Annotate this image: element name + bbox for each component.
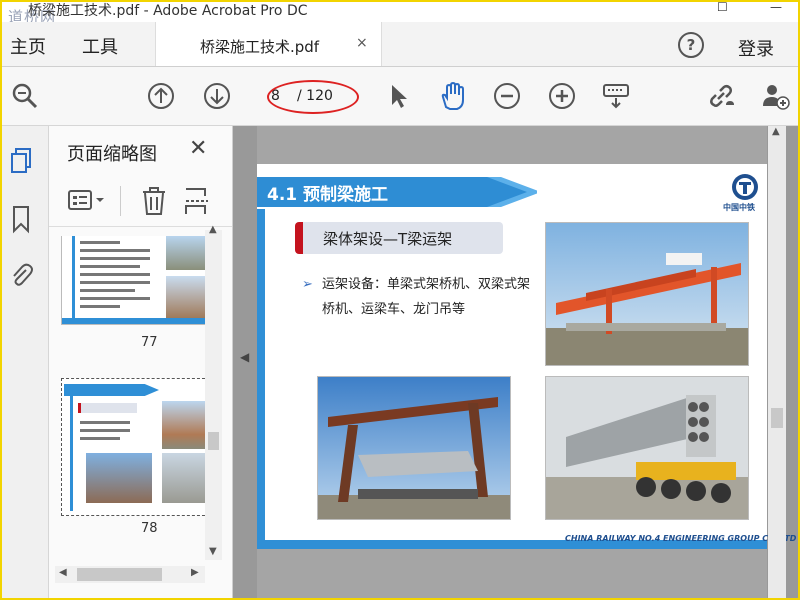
bullet-text: 运架设备：单梁式架桥机、双梁式架桥机、运梁车、龙门吊等 (322, 277, 531, 317)
keyboard-icon[interactable] (601, 81, 631, 111)
scroll-down-icon[interactable]: ▼ (209, 546, 217, 557)
photo-girder-transport-vehicle (545, 376, 749, 520)
thumbnail-toolbar (49, 178, 232, 227)
next-page-edge (257, 549, 767, 600)
zoom-out-icon[interactable] (492, 81, 522, 111)
search-icon[interactable] (10, 81, 40, 111)
share-link-icon[interactable] (706, 81, 736, 111)
hand-tool-icon[interactable] (437, 81, 467, 111)
close-tab-button[interactable]: × (356, 35, 368, 51)
page-thumbnail-78[interactable] (61, 378, 210, 516)
thumbnail-text-line (80, 421, 130, 424)
scroll-up-icon[interactable]: ▲ (772, 126, 780, 137)
scroll-right-icon[interactable]: ▶ (191, 567, 199, 578)
thumbnails-horizontal-scrollbar[interactable]: ◀ ▶ (55, 566, 205, 583)
bullet-arrow-icon: ➢ (302, 277, 313, 292)
thumbnail-options-icon[interactable] (67, 188, 107, 218)
scrollbar-thumb[interactable] (771, 408, 783, 428)
delete-icon[interactable] (140, 186, 168, 220)
page-thumbnails-icon[interactable] (8, 146, 34, 176)
panel-title: 页面缩略图 (67, 144, 157, 165)
page-footer: CHINA RAILWAY NO.4 ENGINEERING GROUP CO.… (565, 534, 797, 543)
section-title: 4.1 预制梁施工 (267, 185, 389, 205)
thumbnail-accent-bar (72, 236, 75, 324)
tab-tools[interactable]: 工具 (82, 33, 118, 59)
navigation-rail (0, 126, 49, 600)
thumbnails-vertical-scrollbar[interactable]: ▲ ▼ (205, 224, 222, 560)
slide-subtitle: 梁体架设—T梁运架 (295, 222, 503, 254)
insert-page-icon[interactable] (183, 186, 211, 220)
bookmarks-icon[interactable] (8, 204, 34, 234)
window-title: 桥梁施工技术.pdf - Adobe Acrobat Pro DC (28, 3, 308, 19)
thumbnail-footer-bar (62, 318, 207, 324)
help-button[interactable]: ? (678, 32, 704, 58)
thumbnail-text-lines (80, 238, 160, 314)
title-bar: 道桥网 桥梁施工技术.pdf - Adobe Acrobat Pro DC ☐ … (0, 0, 800, 26)
thumbnail-label-78: 78 (141, 521, 158, 536)
next-page-icon[interactable] (202, 81, 232, 111)
page-thumbnail-77[interactable] (61, 236, 208, 325)
document-vertical-scrollbar[interactable]: ▲ (768, 126, 786, 600)
china-railway-logo: 中国中铁 (723, 172, 763, 212)
thumbnail-banner (64, 384, 159, 396)
bullet-item: ➢ 运架设备：单梁式架桥机、双梁式架桥机、运梁车、龙门吊等 (302, 272, 532, 322)
thumbnail-subtitle (78, 403, 137, 413)
thumbnail-photo (86, 453, 152, 503)
attachments-icon[interactable] (8, 260, 34, 290)
tab-home[interactable]: 主页 (10, 33, 46, 59)
add-user-icon[interactable] (760, 81, 790, 111)
login-button[interactable]: 登录 (738, 35, 774, 61)
scroll-left-icon[interactable]: ◀ (59, 567, 67, 578)
thumbnail-photo (162, 453, 207, 503)
scroll-up-icon[interactable]: ▲ (209, 224, 217, 235)
maximize-button[interactable]: ☐ (717, 0, 728, 14)
photo-gantry-crane (317, 376, 511, 520)
thumbnail-text-line (80, 437, 120, 440)
thumbnail-label-77: 77 (141, 335, 158, 350)
document-tab-label: 桥梁施工技术.pdf (200, 38, 320, 56)
thumbnail-text-line (80, 429, 130, 432)
tab-bar: 主页 工具 桥梁施工技术.pdf × ? 登录 (0, 22, 800, 67)
thumbnail-accent-bar (70, 396, 73, 511)
minimize-button[interactable]: — (770, 0, 782, 14)
scrollbar-thumb[interactable] (77, 568, 162, 581)
toolbar-divider (120, 186, 121, 216)
pdf-page: 4.1 预制梁施工 中国中铁 梁体架设—T梁运架 ➢ 运架设备：单梁式架桥机、双… (257, 164, 796, 549)
thumbnail-photo (162, 401, 207, 449)
toolbar: 8 / 120 (0, 67, 800, 126)
thumbnail-photo (166, 276, 206, 318)
zoom-in-icon[interactable] (547, 81, 577, 111)
previous-page-edge (257, 126, 767, 164)
collapse-panel-icon[interactable]: ◀ (240, 350, 249, 364)
select-tool-icon[interactable] (384, 81, 414, 111)
highlight-ellipse (267, 80, 359, 114)
subtitle-text: 梁体架设—T梁运架 (323, 230, 453, 248)
logo-text: 中国中铁 (723, 203, 755, 212)
thumbnail-photo (166, 236, 206, 270)
previous-page-icon[interactable] (146, 81, 176, 111)
scrollbar-thumb[interactable] (208, 432, 219, 450)
page-number-field[interactable]: 8 / 120 (257, 80, 359, 114)
tab-document[interactable]: 桥梁施工技术.pdf × (155, 22, 382, 66)
close-panel-button[interactable]: ✕ (189, 136, 207, 161)
photo-bridge-erecting-machine (545, 222, 749, 366)
section-banner: 4.1 预制梁施工 (257, 177, 537, 207)
